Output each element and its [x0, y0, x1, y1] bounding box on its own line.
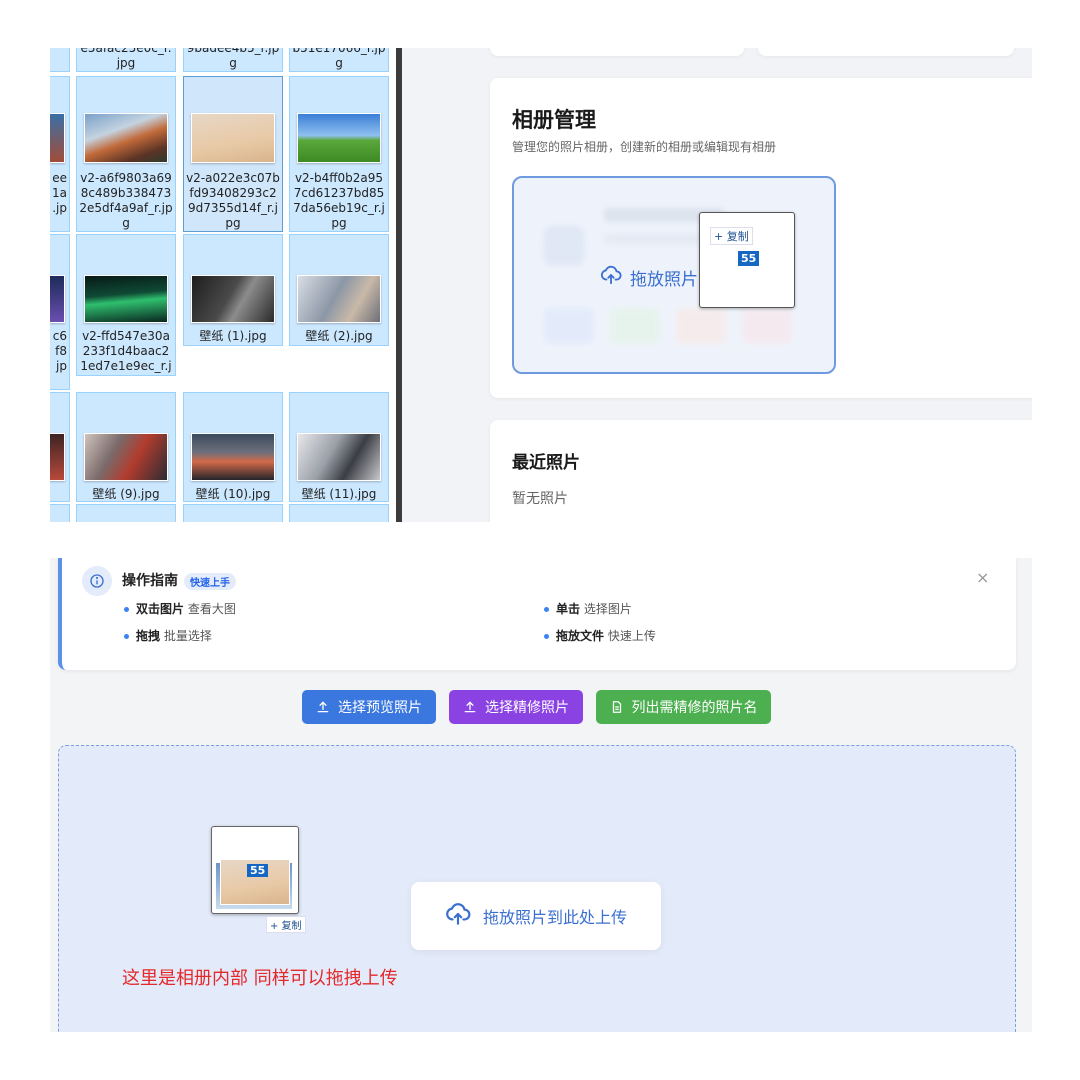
thumbnail: [50, 275, 65, 323]
file-name: v2-a022e3c07bfd93408293c29d7355d14f_r.jp…: [186, 171, 280, 230]
drop-hint-box: 拖放照片到此处上传: [411, 882, 661, 950]
guide-title: 操作指南 快速上手: [122, 570, 236, 590]
file-item[interactable]: v2-b4ff0b2a957cd61237bd857da56eb19c_r.jp…: [289, 76, 389, 232]
album-card: 相册管理 管理您的照片相册，创建新的相册或编辑现有相册 拖放照片 + 复制 55: [490, 78, 1032, 398]
file-explorer: e5afac25e0c_r.jpg 9badee4b5_r.jpg b51e17…: [50, 48, 402, 522]
thumbnail: [191, 275, 275, 323]
select-retouch-button[interactable]: 选择精修照片: [449, 690, 583, 724]
drag-copy-label: + 复制: [710, 227, 753, 245]
file-name: c6 f8 jp: [52, 329, 67, 373]
file-name: v2-ffd547e30a233f1d4baac21ed7e1e9ec_r.jp…: [80, 329, 172, 375]
thumbnail: [84, 433, 168, 481]
recent-empty: 暂无照片: [512, 491, 568, 507]
select-preview-label: 选择预览照片: [338, 700, 422, 716]
guide-card: 操作指南 快速上手 双击图片 查看大图 单击 选择图片 拖拽 批量选择 拖放文件 …: [58, 558, 1016, 670]
thumbnail: [50, 113, 65, 163]
file-item[interactable]: 壁纸 (9).jpg: [76, 392, 176, 502]
upload-drop-zone[interactable]: 55 + 复制 拖放照片到此处上传 这里是相册内部 同样可以拖拽上传: [58, 745, 1016, 1032]
drag-ghost: + 复制 55: [699, 212, 795, 308]
file-name: v2-a6f9803a698c489b3384732e5df4a9af_r.jp…: [79, 171, 173, 230]
select-retouch-label: 选择精修照片: [485, 700, 569, 716]
album-drop-hint: 拖放照片: [600, 264, 698, 291]
thumbnail: [50, 433, 65, 481]
album-drop-zone[interactable]: 拖放照片 + 复制 55: [512, 176, 836, 374]
cloud-upload-icon: [445, 901, 471, 931]
file-item[interactable]: v2-a6f9803a698c489b3384732e5df4a9af_r.jp…: [76, 76, 176, 232]
file-item[interactable]: 9badee4b5_r.jpg: [183, 48, 283, 72]
file-item[interactable]: [50, 48, 70, 72]
thumbnail: [297, 275, 381, 323]
file-name: 壁纸 (11).jpg: [301, 487, 377, 501]
drag-copy-label: + 复制: [266, 916, 306, 933]
file-name: e5afac25e0c_r.jpg: [80, 48, 172, 70]
file-item[interactable]: [50, 504, 70, 522]
recent-title: 最近照片: [512, 453, 580, 473]
file-name: v2-b4ff0b2a957cd61237bd857da56eb19c_r.jp…: [293, 171, 385, 230]
thumbnail: [297, 113, 381, 163]
guide-tag: 快速上手: [184, 572, 236, 590]
guide-item: 双击图片 查看大图: [124, 600, 236, 617]
file-item[interactable]: 壁纸 (2).jpg: [289, 234, 389, 346]
album-subtitle: 管理您的照片相册，创建新的相册或编辑现有相册: [512, 140, 777, 154]
stat-card: [758, 48, 1014, 56]
album-drop-text: 拖放照片: [630, 270, 698, 290]
file-item[interactable]: 壁纸 (1).jpg: [183, 234, 283, 346]
file-item[interactable]: e5afac25e0c_r.jpg: [76, 48, 176, 72]
upload-icon: [317, 701, 329, 713]
thumbnail: [297, 433, 381, 481]
file-item[interactable]: v2-a022e3c07bfd93408293c29d7355d14f_r.jp…: [183, 76, 283, 232]
file-item[interactable]: ee 1a .jp: [50, 76, 70, 232]
file-item[interactable]: v2-ffd547e30a233f1d4baac21ed7e1e9ec_r.jp…: [76, 234, 176, 376]
file-name: 壁纸 (1).jpg: [199, 329, 267, 343]
list-retouch-names-button[interactable]: 列出需精修的照片名: [596, 690, 771, 724]
list-retouch-names-label: 列出需精修的照片名: [631, 700, 758, 716]
guide-title-text: 操作指南: [122, 573, 178, 589]
file-name: 壁纸 (10).jpg: [195, 487, 271, 501]
file-name: 9badee4b5_r.jpg: [186, 48, 280, 70]
guide-item: 拖放文件 快速上传: [544, 627, 656, 644]
guide-item: 单击 选择图片: [544, 600, 632, 617]
file-name: 壁纸 (9).jpg: [92, 487, 160, 501]
web-panel: 相册管理 管理您的照片相册，创建新的相册或编辑现有相册 拖放照片 + 复制 55…: [402, 48, 1032, 522]
info-icon: [82, 566, 112, 596]
file-item[interactable]: [289, 504, 389, 522]
drag-count-badge: 55: [738, 251, 760, 266]
annotation-text: 这里是相册内部 同样可以拖拽上传: [122, 968, 398, 989]
thumbnail: [84, 275, 168, 323]
file-item[interactable]: 壁纸 (10).jpg: [183, 392, 283, 502]
guide-item: 拖拽 批量选择: [124, 627, 212, 644]
upload-page: 操作指南 快速上手 双击图片 查看大图 单击 选择图片 拖拽 批量选择 拖放文件 …: [50, 558, 1032, 1032]
thumbnail: [191, 433, 275, 481]
upload-icon: [464, 701, 476, 713]
recent-card: 最近照片 暂无照片: [490, 420, 1032, 522]
file-item[interactable]: [76, 504, 176, 522]
drag-ghost: 55: [211, 826, 299, 914]
file-item[interactable]: b51e17066_r.jpg: [289, 48, 389, 72]
cloud-upload-icon: [600, 264, 622, 291]
stat-card: [490, 48, 744, 56]
drag-count-badge: 55: [247, 864, 269, 877]
document-icon: [612, 701, 621, 713]
file-name: ee 1a .jp: [52, 171, 67, 215]
file-item[interactable]: [50, 392, 70, 502]
file-item[interactable]: c6 f8 jp: [50, 234, 70, 390]
file-item[interactable]: [183, 504, 283, 522]
thumbnail: [84, 113, 168, 163]
file-item[interactable]: 壁纸 (11).jpg: [289, 392, 389, 502]
file-name: b51e17066_r.jpg: [292, 48, 386, 70]
thumbnail: [191, 113, 275, 163]
file-name: 壁纸 (2).jpg: [305, 329, 373, 343]
close-icon[interactable]: ×: [976, 568, 989, 587]
drop-hint-text: 拖放照片到此处上传: [482, 908, 627, 927]
album-title: 相册管理: [512, 108, 596, 132]
select-preview-button[interactable]: 选择预览照片: [302, 690, 436, 724]
